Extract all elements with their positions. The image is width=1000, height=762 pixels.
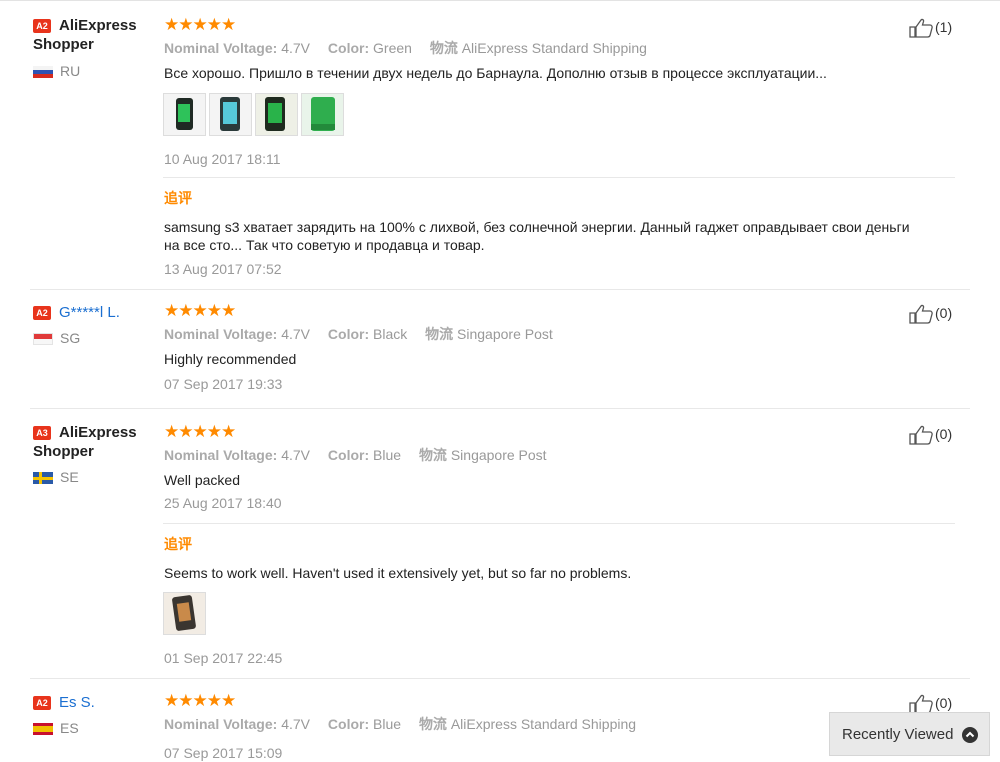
reviewer-name[interactable]: G*****l L. bbox=[59, 304, 120, 321]
color-value: Blue bbox=[373, 716, 402, 732]
voltage-label: Nominal Voltage: bbox=[164, 40, 278, 56]
review-divider bbox=[30, 408, 970, 409]
top-border bbox=[0, 0, 1000, 1]
color-label: Color: bbox=[327, 716, 370, 732]
voltage-label: Nominal Voltage: bbox=[164, 716, 278, 732]
shipping-value: AliExpress Standard Shipping bbox=[461, 40, 647, 56]
shipping-label: 物流 bbox=[425, 326, 454, 342]
shipping-value: Singapore Post bbox=[450, 447, 547, 463]
helpful-count: (0) bbox=[935, 305, 953, 321]
divider bbox=[163, 523, 955, 524]
divider bbox=[163, 177, 955, 178]
review-photo[interactable] bbox=[163, 592, 206, 635]
reviewer-info: A3 AliExpress Shopper SE bbox=[33, 423, 158, 485]
country-code: ES bbox=[60, 720, 79, 736]
level-badge: A2 bbox=[33, 18, 51, 33]
review-date: 07 Sep 2017 19:33 bbox=[164, 376, 283, 392]
additional-text-line: на все сто... Так что советую и продавца… bbox=[164, 237, 485, 253]
review-date: 10 Aug 2017 18:11 bbox=[164, 151, 281, 167]
thumbs-up-icon bbox=[909, 305, 933, 324]
review-photos bbox=[163, 592, 209, 635]
thumbs-up-icon bbox=[909, 426, 933, 445]
star-rating: ★★★★★ bbox=[164, 15, 236, 34]
flag-sg-icon bbox=[33, 333, 53, 346]
voltage-value: 4.7V bbox=[281, 40, 311, 56]
review-divider bbox=[30, 678, 970, 679]
helpful-button[interactable]: (1) bbox=[909, 18, 952, 38]
additional-review-text: samsung s3 хватает зарядить на 100% с ли… bbox=[164, 218, 910, 254]
star-rating: ★★★★★ bbox=[164, 422, 236, 441]
additional-review-date: 01 Sep 2017 22:45 bbox=[164, 650, 283, 666]
chevron-up-icon bbox=[962, 727, 978, 743]
helpful-count: (0) bbox=[935, 426, 953, 442]
helpful-button[interactable]: (0) bbox=[909, 425, 952, 445]
review-text: Highly recommended bbox=[164, 351, 297, 367]
country-code: SE bbox=[60, 469, 79, 485]
review-photo[interactable] bbox=[209, 93, 252, 136]
review-photo[interactable] bbox=[301, 93, 344, 136]
level-badge: A2 bbox=[33, 695, 51, 710]
additional-review-text: Seems to work well. Haven't used it exte… bbox=[164, 565, 632, 581]
helpful-count: (0) bbox=[935, 695, 953, 711]
reviewer-info: A2 Es S. ES bbox=[33, 693, 158, 736]
color-label: Color: bbox=[327, 447, 370, 463]
voltage-label: Nominal Voltage: bbox=[164, 447, 278, 463]
review-photo[interactable] bbox=[163, 93, 206, 136]
product-attributes: Nominal Voltage: 4.7V Color: Green 物流 Al… bbox=[164, 39, 647, 57]
country-code: SG bbox=[60, 330, 81, 346]
review-divider bbox=[30, 289, 970, 290]
review-date: 25 Aug 2017 18:40 bbox=[164, 495, 282, 511]
product-attributes: Nominal Voltage: 4.7V Color: Black 物流 Si… bbox=[164, 325, 553, 343]
review-text: Все хорошо. Пришло в течении двух недель… bbox=[164, 65, 827, 81]
recently-viewed-button[interactable]: Recently Viewed bbox=[829, 712, 990, 756]
review-date: 07 Sep 2017 15:09 bbox=[164, 745, 283, 761]
reviewer-info: A2 G*****l L. SG bbox=[33, 303, 158, 346]
shipping-value: AliExpress Standard Shipping bbox=[450, 716, 637, 732]
review-photos bbox=[163, 93, 347, 136]
voltage-label: Nominal Voltage: bbox=[164, 326, 278, 342]
shipping-value: Singapore Post bbox=[457, 326, 553, 342]
reviewer-name[interactable]: Es S. bbox=[59, 694, 95, 711]
flag-ru-icon bbox=[33, 66, 53, 79]
additional-review-date: 13 Aug 2017 07:52 bbox=[164, 261, 282, 277]
review-photo[interactable] bbox=[255, 93, 298, 136]
additional-text-line: samsung s3 хватает зарядить на 100% с ли… bbox=[164, 219, 910, 235]
color-label: Color: bbox=[327, 40, 370, 56]
color-value: Black bbox=[373, 326, 408, 342]
shipping-label: 物流 bbox=[429, 40, 458, 56]
color-value: Green bbox=[373, 40, 412, 56]
voltage-value: 4.7V bbox=[281, 326, 311, 342]
helpful-button[interactable]: (0) bbox=[909, 304, 952, 324]
color-label: Color: bbox=[327, 326, 370, 342]
reviewer-country: ES bbox=[33, 720, 79, 736]
reviewer-country: RU bbox=[33, 63, 80, 79]
helpful-count: (1) bbox=[935, 19, 953, 35]
voltage-value: 4.7V bbox=[281, 447, 311, 463]
star-rating: ★★★★★ bbox=[164, 691, 236, 710]
review-text: Well packed bbox=[164, 472, 241, 488]
recently-viewed-label: Recently Viewed bbox=[842, 726, 954, 743]
shipping-label: 物流 bbox=[418, 716, 447, 732]
thumbs-up-icon bbox=[909, 19, 933, 38]
product-attributes: Nominal Voltage: 4.7V Color: Blue 物流 Ali… bbox=[164, 715, 636, 733]
reviewer-country: SE bbox=[33, 469, 79, 485]
flag-se-icon bbox=[33, 472, 53, 485]
shipping-label: 物流 bbox=[418, 447, 447, 463]
color-value: Blue bbox=[373, 447, 402, 463]
country-code: RU bbox=[60, 63, 81, 79]
additional-review-tag: 追评 bbox=[164, 190, 192, 206]
flag-es-icon bbox=[33, 723, 53, 736]
reviewer-country: SG bbox=[33, 330, 80, 346]
voltage-value: 4.7V bbox=[281, 716, 311, 732]
product-attributes: Nominal Voltage: 4.7V Color: Blue 物流 Sin… bbox=[164, 446, 547, 464]
star-rating: ★★★★★ bbox=[164, 301, 236, 320]
additional-review-tag: 追评 bbox=[164, 536, 192, 552]
level-badge: A3 bbox=[33, 425, 51, 440]
level-badge: A2 bbox=[33, 305, 51, 320]
reviewer-info: A2 AliExpress Shopper RU bbox=[33, 16, 158, 79]
